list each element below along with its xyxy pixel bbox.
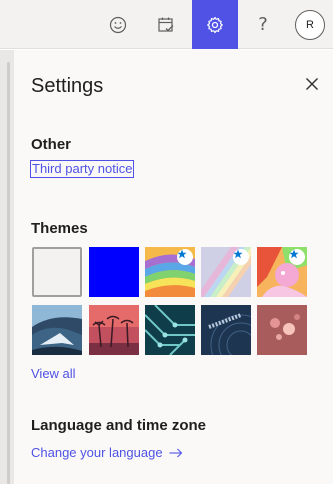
help-button[interactable]: ? <box>240 0 286 49</box>
star-icon <box>177 249 187 259</box>
theme-tile-rainbow[interactable] <box>145 247 195 297</box>
theme-tile-mountain[interactable] <box>32 305 82 355</box>
theme-tile-circuit[interactable] <box>145 305 195 355</box>
innovation-art <box>201 305 251 355</box>
theme-tile-unicorn[interactable] <box>257 247 307 297</box>
help-icon: ? <box>258 14 268 35</box>
other-heading: Other <box>31 136 72 153</box>
bokeh-art <box>257 305 307 355</box>
language-heading: Language and time zone <box>31 417 207 434</box>
avatar-initial: R <box>306 19 314 31</box>
gear-icon <box>207 16 223 33</box>
my-day-button[interactable] <box>143 0 189 49</box>
emoji-icon <box>109 16 127 33</box>
mountain-art <box>32 305 82 355</box>
arrow-right-icon <box>169 448 182 457</box>
change-language-link[interactable]: Change your language <box>31 445 183 460</box>
star-icon <box>233 249 243 259</box>
top-bar: ? R <box>0 0 333 49</box>
change-language-label: Change your language <box>31 445 163 460</box>
settings-panel: Settings Other Third party notice Themes <box>14 50 333 484</box>
theme-tile-bokeh[interactable] <box>257 305 307 355</box>
premium-star-badge <box>233 249 249 265</box>
settings-button[interactable] <box>192 0 238 49</box>
theme-tile-innovation[interactable] <box>201 305 251 355</box>
theme-tile-blue[interactable] <box>89 247 139 297</box>
account-avatar[interactable]: R <box>295 10 325 40</box>
feedback-emoji-button[interactable] <box>95 0 141 49</box>
scrollbar-track <box>7 62 10 484</box>
themes-heading: Themes <box>31 220 88 237</box>
theme-tile-palms[interactable] <box>89 305 139 355</box>
theme-tile-light-gray[interactable] <box>32 247 82 297</box>
close-settings-button[interactable] <box>300 72 324 96</box>
settings-title: Settings <box>31 75 104 97</box>
palms-art <box>89 305 139 355</box>
view-all-themes-link[interactable]: View all <box>31 366 76 381</box>
calendar-check-icon <box>158 17 174 32</box>
theme-tile-pastel-rainbow[interactable] <box>201 247 251 297</box>
circuit-art <box>145 305 195 355</box>
close-icon <box>306 78 318 90</box>
third-party-notice-link[interactable]: Third party notice <box>30 160 135 178</box>
premium-star-badge <box>177 249 193 265</box>
premium-star-badge <box>289 249 305 265</box>
star-icon <box>289 249 299 259</box>
background-content-strip <box>0 50 14 484</box>
